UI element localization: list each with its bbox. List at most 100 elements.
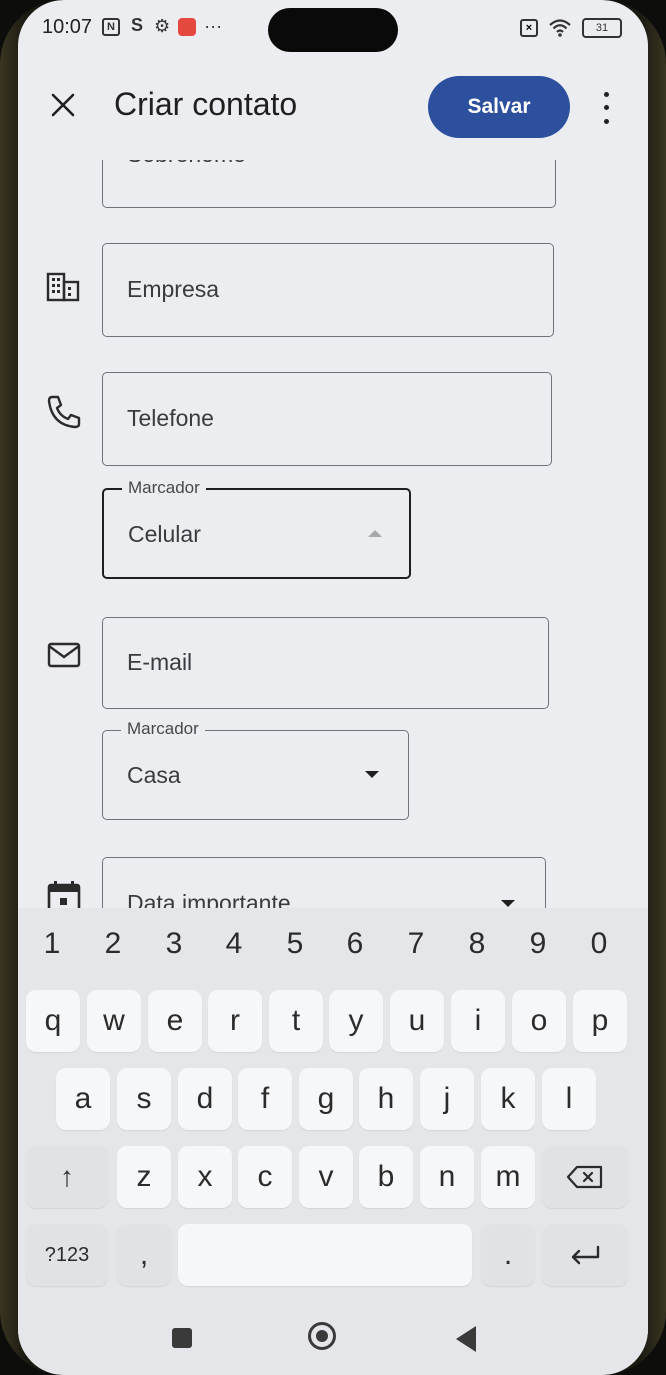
- status-icons-left: N S ⚙ ···: [102, 16, 222, 37]
- settings-icon: ⚙: [154, 16, 171, 36]
- comma-key[interactable]: ,: [117, 1224, 171, 1286]
- enter-key[interactable]: [542, 1224, 628, 1286]
- period-key[interactable]: .: [481, 1224, 535, 1286]
- key-m[interactable]: m: [481, 1146, 535, 1208]
- s-icon: S: [130, 14, 143, 35]
- camera-notch: [268, 8, 398, 52]
- key-y[interactable]: y: [329, 990, 383, 1052]
- contact-form: Sobrenome Empresa: [18, 160, 648, 910]
- chevron-down-icon: [365, 771, 379, 778]
- key-i[interactable]: i: [451, 990, 505, 1052]
- key-g[interactable]: g: [299, 1068, 353, 1130]
- key-5[interactable]: 5: [265, 922, 325, 966]
- email-label-value: Casa: [127, 762, 181, 788]
- phone-field[interactable]: Telefone: [102, 372, 552, 466]
- calendar-icon: [47, 881, 81, 910]
- shift-key[interactable]: ↑: [26, 1146, 108, 1208]
- key-p[interactable]: p: [573, 990, 627, 1052]
- phone-label-title: Marcador: [122, 478, 206, 498]
- surname-placeholder: Sobrenome: [127, 160, 246, 168]
- key-n[interactable]: n: [420, 1146, 474, 1208]
- more-dot: [603, 92, 609, 98]
- home-icon-inner: [316, 1330, 328, 1342]
- key-4[interactable]: 4: [204, 922, 264, 966]
- page-title: Criar contato: [114, 86, 298, 122]
- key-l[interactable]: l: [542, 1068, 596, 1130]
- close-icon: [51, 93, 75, 117]
- more-options-button[interactable]: [594, 88, 618, 128]
- phone-frame: 10:07 N S ⚙ ··· × 31 Criar contato Salva…: [0, 0, 666, 1375]
- key-x[interactable]: x: [178, 1146, 232, 1208]
- enter-icon: [571, 1245, 600, 1265]
- key-k[interactable]: k: [481, 1068, 535, 1130]
- nfc-icon: N: [102, 17, 120, 36]
- phone-placeholder: Telefone: [127, 405, 214, 431]
- important-date-placeholder: Data importante: [127, 890, 291, 910]
- key-a[interactable]: a: [56, 1068, 110, 1130]
- key-c[interactable]: c: [238, 1146, 292, 1208]
- phone-label-select[interactable]: Marcador Celular: [102, 478, 411, 579]
- chevron-down-icon: [501, 900, 515, 907]
- space-key[interactable]: [178, 1224, 472, 1286]
- recent-apps-icon[interactable]: [172, 1328, 192, 1348]
- key-h[interactable]: h: [359, 1068, 413, 1130]
- key-u[interactable]: u: [390, 990, 444, 1052]
- key-s[interactable]: s: [117, 1068, 171, 1130]
- screen: 10:07 N S ⚙ ··· × 31 Criar contato Salva…: [18, 0, 648, 1375]
- symbols-key[interactable]: ?123: [26, 1224, 108, 1286]
- backspace-key[interactable]: [542, 1146, 628, 1208]
- battery-icon: 31: [582, 18, 622, 38]
- email-field[interactable]: E-mail: [102, 617, 549, 709]
- key-1[interactable]: 1: [22, 922, 82, 966]
- company-icon: [46, 272, 80, 302]
- key-6[interactable]: 6: [325, 922, 385, 966]
- phone-icon: [47, 395, 81, 429]
- save-button[interactable]: Salvar: [428, 76, 570, 138]
- important-date-field[interactable]: Data importante: [102, 857, 546, 910]
- key-o[interactable]: o: [512, 990, 566, 1052]
- key-9[interactable]: 9: [508, 922, 568, 966]
- key-t[interactable]: t: [269, 990, 323, 1052]
- back-icon[interactable]: [456, 1326, 476, 1352]
- company-field[interactable]: Empresa: [102, 243, 554, 337]
- key-8[interactable]: 8: [447, 922, 507, 966]
- chevron-up-icon: [368, 530, 382, 537]
- close-button[interactable]: [46, 88, 80, 122]
- more-dots-icon: ···: [204, 16, 223, 36]
- key-j[interactable]: j: [420, 1068, 474, 1130]
- app-bar: Criar contato Salvar: [18, 60, 648, 160]
- notification-icon: [178, 17, 197, 36]
- key-b[interactable]: b: [359, 1146, 413, 1208]
- surname-field[interactable]: Sobrenome: [102, 160, 556, 208]
- status-bar: 10:07 N S ⚙ ··· × 31: [18, 0, 648, 60]
- keyboard: 1 2 3 4 5 6 7 8 9 0 q w e r t y u i o p: [18, 908, 648, 1300]
- key-3[interactable]: 3: [144, 922, 204, 966]
- key-v[interactable]: v: [299, 1146, 353, 1208]
- number-row: 1 2 3 4 5 6 7 8 9 0: [18, 922, 648, 966]
- key-d[interactable]: d: [178, 1068, 232, 1130]
- email-label-select[interactable]: Marcador Casa: [102, 719, 409, 820]
- email-icon: [47, 642, 81, 668]
- key-f[interactable]: f: [238, 1068, 292, 1130]
- key-0[interactable]: 0: [569, 922, 629, 966]
- key-w[interactable]: w: [87, 990, 141, 1052]
- key-2[interactable]: 2: [83, 922, 143, 966]
- backspace-icon: [566, 1165, 603, 1189]
- status-icons-right: × 31: [520, 18, 622, 38]
- phone-label-value: Celular: [128, 521, 201, 547]
- key-z[interactable]: z: [117, 1146, 171, 1208]
- company-placeholder: Empresa: [127, 276, 220, 302]
- system-nav-bar: [18, 1300, 648, 1375]
- email-placeholder: E-mail: [127, 649, 193, 675]
- email-label-title: Marcador: [121, 719, 205, 739]
- more-dot: [603, 118, 609, 124]
- wifi-icon: [549, 19, 571, 37]
- key-r[interactable]: r: [208, 990, 262, 1052]
- key-q[interactable]: q: [26, 990, 80, 1052]
- shift-icon: ↑: [60, 1161, 74, 1192]
- key-7[interactable]: 7: [386, 922, 446, 966]
- status-time: 10:07: [42, 16, 93, 38]
- home-icon[interactable]: [308, 1322, 336, 1350]
- key-e[interactable]: e: [148, 990, 202, 1052]
- more-dot: [603, 105, 609, 111]
